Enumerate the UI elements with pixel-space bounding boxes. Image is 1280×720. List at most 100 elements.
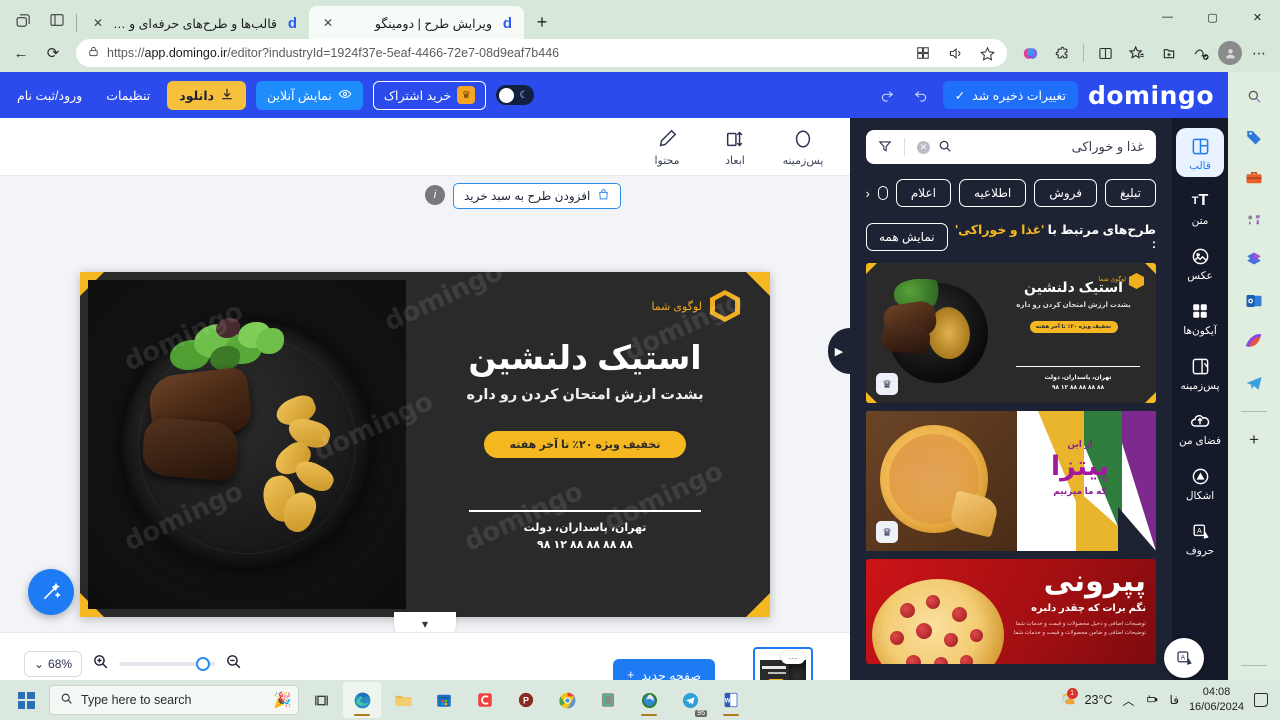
show-all-button[interactable]: نمایش همه xyxy=(866,222,948,251)
tools-icon[interactable] xyxy=(1238,162,1270,194)
reload-icon[interactable]: ⟳ xyxy=(38,38,68,68)
rail-item-my-space[interactable]: فضای من xyxy=(1176,403,1224,452)
download-button[interactable]: دانلود xyxy=(167,80,247,110)
chip-etelaieh[interactable]: اطلاعیه xyxy=(958,179,1027,207)
templates-search-box[interactable]: غذا و خوراکی ✕ xyxy=(866,130,1156,164)
notification-icon[interactable] xyxy=(1254,693,1268,707)
clear-search-icon[interactable]: ✕ xyxy=(917,140,930,154)
chevron-up-icon[interactable]: ︿ xyxy=(1123,692,1135,709)
weather-widget[interactable]: 1 23°C xyxy=(1057,687,1113,711)
rail-item-template[interactable]: قالب xyxy=(1176,128,1224,177)
zoom-slider-handle[interactable] xyxy=(196,657,210,671)
vertical-tabs-icon[interactable] xyxy=(40,4,74,36)
chevron-left-icon[interactable]: ‹ xyxy=(866,178,870,208)
favorites-icon[interactable] xyxy=(1122,38,1152,68)
template-card-steak[interactable]: لوگوی شما استیک دلنشین بشدت ارزش امتحان … xyxy=(866,263,1156,403)
new-tab-button[interactable]: + xyxy=(528,8,556,36)
crown-icon[interactable]: ♛ xyxy=(876,521,898,543)
undo-icon[interactable] xyxy=(909,83,933,107)
search-input[interactable]: غذا و خوراکی xyxy=(960,139,1144,155)
minimize-button[interactable]: — xyxy=(1145,0,1190,34)
crown-icon[interactable]: ♛ xyxy=(876,373,898,395)
microsoft-store-icon[interactable] xyxy=(425,682,463,718)
settings-link[interactable]: تنظیمات xyxy=(99,88,157,103)
domingo-logo[interactable]: domingo xyxy=(1088,81,1214,110)
tab-actions-icon[interactable] xyxy=(6,4,40,36)
chip-partial[interactable] xyxy=(877,186,888,200)
tool-background[interactable]: پس‌زمینه xyxy=(776,127,830,167)
canvas-area[interactable]: i افزودن طرح به سبد خرید لوگوی شما استیک… xyxy=(0,176,850,632)
zoom-out-icon[interactable] xyxy=(225,653,242,675)
read-aloud-icon[interactable] xyxy=(943,41,967,65)
template-card-pizza[interactable]: از این پیتزا که ما میزنیم ♛ xyxy=(866,411,1156,551)
games-icon[interactable] xyxy=(1238,203,1270,235)
task-view-icon[interactable] xyxy=(302,682,340,718)
search-icon[interactable] xyxy=(1238,80,1270,112)
idm-icon[interactable] xyxy=(630,682,668,718)
tool-content[interactable]: محتوا xyxy=(640,127,694,167)
add-sidebar-app-button[interactable]: + xyxy=(1238,424,1270,456)
zoom-level-select[interactable]: ⌄ 68% xyxy=(24,651,82,677)
theme-toggle[interactable]: ☾ xyxy=(496,85,535,105)
outlook-icon[interactable] xyxy=(1238,285,1270,317)
maximize-button[interactable]: ▢ xyxy=(1190,0,1235,34)
info-icon[interactable]: i xyxy=(425,185,445,205)
chrome-icon[interactable] xyxy=(548,682,586,718)
shopping-tag-icon[interactable] xyxy=(1238,121,1270,153)
file-explorer-icon[interactable] xyxy=(384,682,422,718)
thumbnail-menu-icon[interactable]: ··· xyxy=(781,651,805,664)
rail-item-fonts[interactable]: A حروف xyxy=(1176,513,1224,562)
extensions-icon[interactable] xyxy=(1047,38,1077,68)
rail-item-shapes[interactable]: اشکال xyxy=(1176,458,1224,507)
canvas-expand-caret[interactable]: ▾ xyxy=(394,612,456,632)
add-collection-icon[interactable] xyxy=(1154,38,1184,68)
chip-tabligh[interactable]: تبلیغ xyxy=(1105,179,1156,207)
taskbar-clock[interactable]: 04:08 16/06/2024 xyxy=(1189,685,1244,715)
tool-dimensions[interactable]: ابعاد xyxy=(708,127,762,167)
search-icon[interactable] xyxy=(938,139,952,156)
add-to-cart-button[interactable]: افزودن طرح به سبد خرید xyxy=(453,183,622,209)
subscribe-button[interactable]: ♛ خرید اشتراک xyxy=(372,80,487,110)
network-icon[interactable] xyxy=(1145,692,1160,708)
taskbar-search[interactable]: Type here to search 🎉 xyxy=(49,685,299,715)
profile-avatar[interactable] xyxy=(1218,41,1242,65)
windows-start-icon[interactable] xyxy=(6,682,46,718)
rail-item-background[interactable]: پس‌زمینه xyxy=(1176,348,1224,397)
notes-icon[interactable] xyxy=(589,682,627,718)
zoom-slider[interactable] xyxy=(119,657,215,671)
redo-icon[interactable] xyxy=(875,83,899,107)
telegram-icon[interactable] xyxy=(1238,367,1270,399)
chip-elam[interactable]: اعلام xyxy=(895,179,951,207)
word-icon[interactable]: W xyxy=(712,682,750,718)
rail-item-text[interactable]: TT متن xyxy=(1176,183,1224,232)
browser-essentials-icon[interactable] xyxy=(1186,38,1216,68)
account-link[interactable]: ورود/ثبت نام xyxy=(10,88,89,103)
close-icon[interactable]: ✕ xyxy=(320,15,336,31)
rail-item-image[interactable]: عکس xyxy=(1176,238,1224,287)
close-icon[interactable]: ✕ xyxy=(90,15,106,31)
potplayer-icon[interactable]: P xyxy=(507,682,545,718)
steak-photo[interactable] xyxy=(88,280,406,609)
online-preview-button[interactable]: نمایش آنلاین xyxy=(256,80,363,110)
edge-icon[interactable] xyxy=(343,682,381,718)
copilot-icon[interactable] xyxy=(1015,38,1045,68)
fonts-float-icon[interactable]: A xyxy=(1164,638,1204,678)
address-bar[interactable]: https://app.domingo.ir/editor?industryId… xyxy=(76,39,1007,67)
filter-icon[interactable] xyxy=(878,139,892,156)
collections-icon[interactable] xyxy=(911,41,935,65)
chip-foroush[interactable]: فروش xyxy=(1034,179,1098,207)
rail-item-icons[interactable]: آیکون‌ها xyxy=(1176,293,1224,342)
zoom-in-icon[interactable] xyxy=(92,653,109,675)
ime-language-indicator[interactable]: فا xyxy=(1170,693,1179,707)
split-screen-icon[interactable] xyxy=(1090,38,1120,68)
microsoft365-icon[interactable] xyxy=(1238,244,1270,276)
telegram-icon[interactable]: 95 xyxy=(671,682,709,718)
magic-wand-button[interactable] xyxy=(28,569,74,615)
browser-settings-icon[interactable]: ⋯ xyxy=(1244,38,1274,68)
close-window-button[interactable]: ✕ xyxy=(1235,0,1280,34)
star-icon[interactable] xyxy=(975,41,999,65)
back-icon[interactable]: ← xyxy=(6,38,36,68)
c-app-icon[interactable] xyxy=(466,682,504,718)
designer-icon[interactable] xyxy=(1238,326,1270,358)
template-card-pepperoni[interactable]: پپرونی نگم برات که چقدر دلبره توضیحات اض… xyxy=(866,559,1156,664)
